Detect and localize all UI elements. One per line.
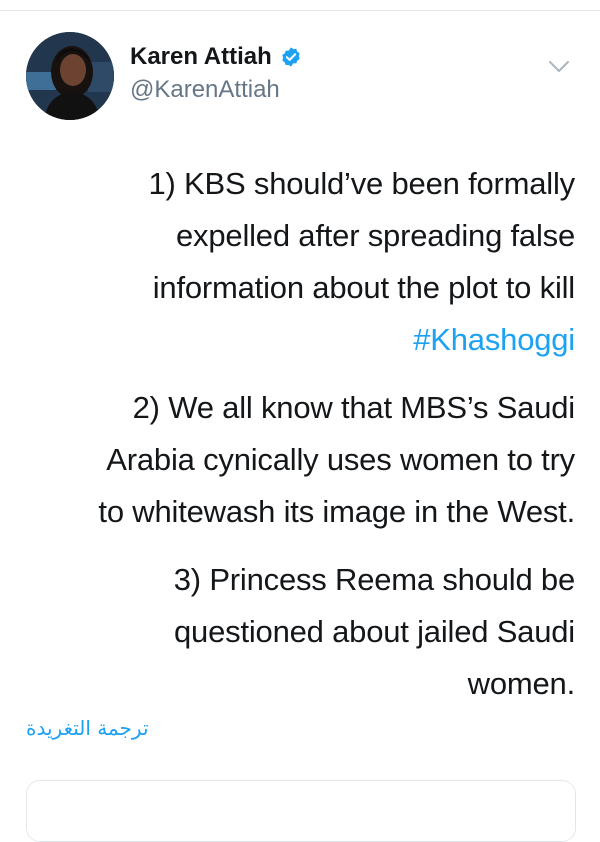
tweet-line: women. — [467, 666, 576, 701]
tweet-header: Karen Attiah @KarenAttiah — [26, 32, 582, 124]
tweet-line: information about the plot to kill — [152, 270, 575, 305]
tweet-line: Arabia cynically uses women to try — [106, 442, 575, 477]
display-name[interactable]: Karen Attiah — [130, 43, 272, 71]
chevron-down-icon — [549, 61, 569, 72]
avatar[interactable] — [26, 32, 114, 120]
tweet-line: questioned about jailed Saudi — [174, 614, 575, 649]
hashtag-link[interactable]: #Khashoggi — [30, 314, 575, 366]
author-block: Karen Attiah @KarenAttiah — [130, 42, 302, 104]
tweet-text: 1) KBS should’ve been formally expelled … — [30, 158, 575, 726]
tweet-paragraph: 3) Princess Reema should be questioned a… — [30, 554, 575, 710]
translate-tweet-link[interactable]: ترجمة التغريدة — [26, 716, 149, 740]
verified-badge-icon — [280, 46, 302, 68]
quoted-card[interactable] — [26, 780, 576, 842]
tweet-line: to whitewash its image in the West. — [98, 494, 575, 529]
tweet-line: expelled after spreading false — [176, 218, 575, 253]
avatar-image — [26, 32, 114, 120]
name-row: Karen Attiah — [130, 42, 302, 72]
top-divider — [0, 10, 600, 11]
tweet-paragraph: 2) We all know that MBS’s Saudi Arabia c… — [30, 382, 575, 538]
tweet-line: 3) Princess Reema should be — [173, 562, 575, 597]
user-handle[interactable]: @KarenAttiah — [130, 76, 302, 104]
tweet-menu-button[interactable] — [544, 52, 574, 82]
tweet-line: 1) KBS should’ve been formally — [148, 166, 575, 201]
tweet-line: 2) We all know that MBS’s Saudi — [132, 390, 576, 425]
tweet-paragraph: 1) KBS should’ve been formally expelled … — [30, 158, 575, 366]
